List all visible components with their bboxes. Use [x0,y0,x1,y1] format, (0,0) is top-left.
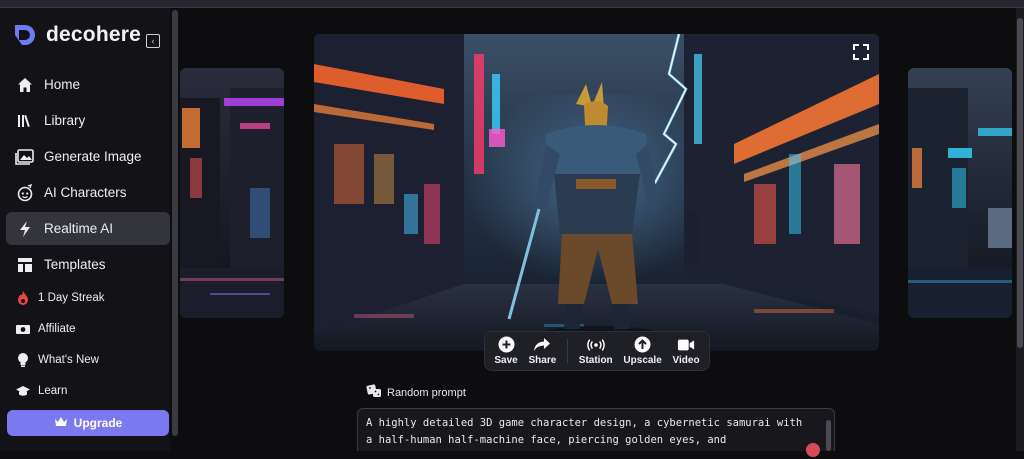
image-action-bar: Save Share Station Upscale Video [484,331,710,371]
home-icon [14,74,36,96]
page-scrollbar[interactable] [1016,8,1024,451]
sidebar-account-row[interactable] [14,452,154,459]
templates-icon [14,254,36,276]
cyber-samurai-image [314,34,879,351]
sidebar-item-label: Realtime AI [44,221,114,236]
sidebar-item-affiliate[interactable]: Affiliate [6,315,170,343]
sidebar-item-label: Learn [38,385,68,397]
upscale-label: Upscale [623,355,662,366]
upgrade-button[interactable]: Upgrade [7,410,169,436]
money-icon [14,320,32,338]
station-button[interactable]: Station [579,336,613,366]
sidebar-item-label: AI Characters [44,185,127,200]
share-label: Share [528,355,557,366]
broadcast-icon [586,336,605,353]
collapse-sidebar-icon[interactable]: ‹ [146,34,160,48]
video-label: Video [672,355,700,366]
random-prompt-button[interactable]: Random prompt [366,384,466,401]
sidebar-item-label: Affiliate [38,323,76,335]
character-icon [14,182,36,204]
save-button[interactable]: Save [494,336,518,366]
video-icon [677,336,695,353]
flame-icon [14,289,32,307]
decohere-logo-icon [15,25,35,45]
next-image [908,68,1012,318]
sidebar-item-learn[interactable]: Learn [6,377,170,405]
sidebar-item-templates[interactable]: Templates [6,248,170,281]
generated-image[interactable] [314,34,879,351]
sidebar-scrollbar[interactable] [172,10,178,436]
plus-icon [497,336,515,353]
sidebar-item-library[interactable]: Library [6,104,170,137]
station-label: Station [578,355,613,366]
sidebar-item-label: Library [44,113,86,128]
sidebar-item-label: Home [44,77,81,92]
lightning-icon [14,218,36,240]
sidebar: decohere ‹ Home Library Generate Image A [0,8,170,451]
previous-image [180,68,284,318]
browser-top-strip [0,0,1024,8]
sidebar-item-generate-image[interactable]: Generate Image [6,140,170,173]
action-divider [567,339,569,363]
lightbulb-icon [14,351,32,369]
sidebar-item-realtime-ai[interactable]: Realtime AI [6,212,170,245]
sidebar-item-home[interactable]: Home [6,68,170,101]
next-image-preview[interactable] [908,68,1012,318]
upscale-button[interactable]: Upscale [623,336,662,366]
prompt-scrollbar[interactable] [826,420,831,451]
previous-image-preview[interactable] [180,68,284,318]
brand[interactable]: decohere [12,22,141,48]
fullscreen-icon[interactable] [852,43,870,61]
notification-badge[interactable] [806,443,820,457]
video-button[interactable]: Video [673,336,700,366]
crown-icon [54,416,68,430]
sidebar-item-whats-new[interactable]: What's New [6,346,170,374]
prompt-textarea[interactable]: A highly detailed 3D game character desi… [357,408,835,451]
sidebar-item-streak[interactable]: 1 Day Streak [6,284,170,312]
random-prompt-label: Random prompt [387,386,466,399]
dice-icon [366,384,382,401]
upgrade-label: Upgrade [73,416,123,430]
library-icon [14,110,36,132]
sidebar-item-label: What's New [38,354,99,366]
graduation-cap-icon [14,382,32,400]
sidebar-nav: Home Library Generate Image AI Character… [6,68,170,408]
sidebar-item-ai-characters[interactable]: AI Characters [6,176,170,209]
page-scrollbar-thumb[interactable] [1017,18,1023,348]
upscale-icon [634,336,652,353]
share-icon [533,336,551,353]
share-button[interactable]: Share [528,336,556,366]
sidebar-item-label: Generate Image [44,149,142,164]
save-label: Save [494,355,518,366]
image-icon [14,146,36,168]
sidebar-item-label: Templates [44,257,106,272]
sidebar-item-label: 1 Day Streak [38,292,105,304]
app-name: decohere [46,23,141,46]
